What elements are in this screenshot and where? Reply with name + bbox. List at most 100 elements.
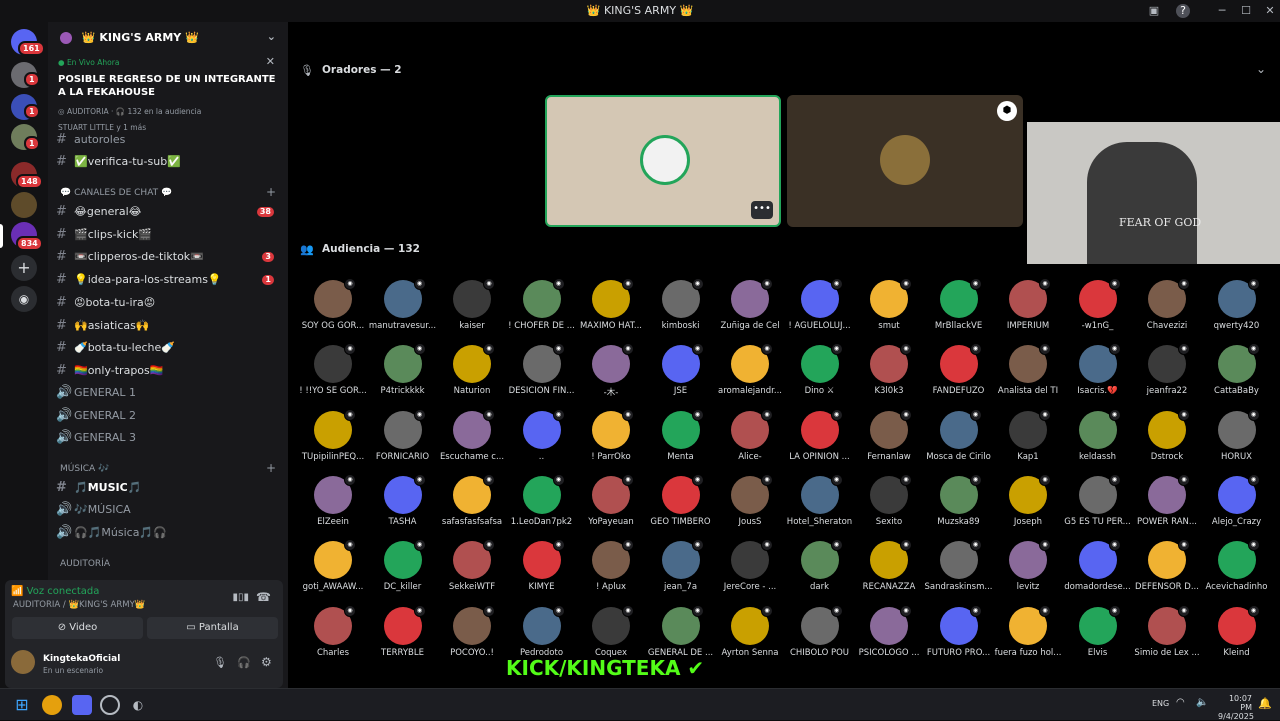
audience-member[interactable]: ◉ goti_AWAAW...: [298, 539, 368, 592]
audience-member[interactable]: ◉ KIMYE: [507, 539, 577, 592]
channel-item[interactable]: # 😡bota-tu-ira😡: [56, 293, 278, 313]
add-channel-icon[interactable]: +: [266, 185, 276, 199]
audience-member[interactable]: ◉ SOY OG GOR...: [298, 278, 368, 331]
audience-member[interactable]: ◉ Alice-: [715, 408, 785, 462]
audience-member[interactable]: ◉ RECANAZZA: [854, 539, 924, 592]
audience-member[interactable]: ◉ PSICOLOGO ...: [854, 604, 924, 658]
close-icon[interactable]: ✕: [266, 55, 275, 68]
maximize-button[interactable]: ☐: [1238, 3, 1254, 19]
language-indicator[interactable]: ENG: [1152, 699, 1169, 708]
audience-member[interactable]: ◉ P4trickkkk: [368, 343, 438, 396]
audience-member[interactable]: ◉ kimboski: [646, 278, 716, 331]
audience-member[interactable]: ◉ jean_7a: [646, 539, 716, 592]
audience-member[interactable]: ◉ Menta: [646, 408, 716, 462]
audience-member[interactable]: ◉ DC_killer: [368, 539, 438, 592]
notification-icon[interactable]: 🔔: [1258, 697, 1272, 710]
steam-icon[interactable]: ◐: [128, 695, 148, 715]
channel-item[interactable]: # 🙌asiaticas🙌: [56, 316, 278, 336]
audience-member[interactable]: ◉ qwerty420: [1202, 278, 1272, 331]
minimize-button[interactable]: ─: [1214, 3, 1230, 19]
audience-member[interactable]: ◉ ElZeein: [298, 473, 368, 527]
voice-channel-item[interactable]: 🔊 🎧🎵Música🎵🎧: [56, 523, 278, 543]
more-options-icon[interactable]: •••: [751, 201, 773, 219]
audience-member[interactable]: ◉ TUpipilinPEQ...: [298, 408, 368, 462]
channel-item[interactable]: # 📼clipperos-de-tiktok📼 3: [56, 247, 278, 267]
channel-item[interactable]: # autoroles: [56, 130, 278, 150]
audience-member[interactable]: ◉ Mosca de Cirilo: [924, 408, 994, 462]
app-icon[interactable]: [100, 695, 120, 715]
discover-icon[interactable]: ◉: [11, 286, 37, 312]
audience-member[interactable]: ◉ Isacris.💔: [1063, 343, 1133, 396]
audience-member[interactable]: ◉ JSE: [646, 343, 716, 396]
audience-member[interactable]: ◉ Elvis: [1063, 604, 1133, 658]
category-audit[interactable]: AUDITORÍA: [60, 559, 110, 569]
audience-member[interactable]: ◉ Alejo_Crazy: [1202, 473, 1272, 527]
audience-member[interactable]: ◉ -木-: [576, 343, 646, 398]
audience-member[interactable]: ◉ jeanfra22: [1132, 343, 1202, 396]
audience-member[interactable]: ◉ Coquex: [576, 604, 646, 658]
audience-member[interactable]: ◉ Charles: [298, 604, 368, 658]
audience-member[interactable]: ◉ Simio de Lex ...: [1132, 604, 1202, 658]
category-chat[interactable]: 💬 CANALES DE CHAT 💬: [60, 188, 172, 198]
speaker-tile[interactable]: ⬢: [787, 95, 1023, 227]
audience-member[interactable]: ◉ FANDEFUZO: [924, 343, 994, 396]
audience-member[interactable]: ◉ K3l0k3: [854, 343, 924, 396]
audience-member[interactable]: ◉ MAXIMO HAT...: [576, 278, 646, 331]
voice-location[interactable]: AUDITORIA / 👑KING'S ARMY👑: [13, 600, 145, 610]
channel-item[interactable]: # 🎬clips-kick🎬: [56, 225, 278, 245]
video-button[interactable]: ⊘ Video: [12, 617, 143, 639]
channel-item[interactable]: # ✅verifica-tu-sub✅: [56, 152, 278, 172]
speaker-tile[interactable]: •••: [545, 95, 781, 227]
audience-member[interactable]: ◉ 1.LeoDan7pk2: [507, 473, 577, 527]
audience-member[interactable]: ◉ aromalejandr...: [715, 343, 785, 396]
audience-member[interactable]: ◉ fuera fuzo hol...: [993, 604, 1063, 658]
avatar[interactable]: [11, 650, 35, 674]
headphones-icon[interactable]: 🎧: [237, 656, 251, 669]
audience-member[interactable]: ◉ ! Aplux: [576, 539, 646, 592]
audience-member[interactable]: ◉ levitz: [993, 539, 1063, 592]
audience-member[interactable]: ◉ Pedrodoto: [507, 604, 577, 658]
audience-member[interactable]: ◉ CattaBaBy: [1202, 343, 1272, 396]
audience-member[interactable]: ◉ smut: [854, 278, 924, 331]
clock[interactable]: 10:07 PM 9/4/2025: [1218, 694, 1254, 721]
channel-item[interactable]: # 😂general😂 38: [56, 202, 278, 222]
noise-suppression-icon[interactable]: ▮▯▮: [232, 592, 249, 603]
disconnect-icon[interactable]: ☎: [256, 590, 271, 604]
settings-gear-icon[interactable]: ⚙: [261, 655, 272, 669]
windows-start-icon[interactable]: ⊞: [12, 695, 32, 715]
audience-member[interactable]: ◉ CHIBOLO POU: [785, 604, 855, 658]
audience-member[interactable]: ◉ GENERAL DE ...: [646, 604, 716, 658]
audience-member[interactable]: ◉ G5 ES TU PER...: [1063, 473, 1133, 527]
add-server-icon[interactable]: +: [11, 255, 37, 281]
audience-member[interactable]: ◉ Fernanlaw: [854, 408, 924, 462]
voice-channel-item[interactable]: 🔊 🎶MÚSICA: [56, 500, 278, 520]
audience-member[interactable]: ◉ ! AGUELOLUJ...: [785, 278, 855, 331]
audience-member[interactable]: ◉ domadordese...: [1063, 539, 1133, 592]
audience-member[interactable]: ◉ -w1nG_: [1063, 278, 1133, 331]
audience-member[interactable]: ◉ manutravesur...: [368, 278, 438, 331]
screen-share-button[interactable]: ▭ Pantalla: [147, 617, 278, 639]
audience-member[interactable]: ◉ ! ParrOko: [576, 408, 646, 462]
close-button[interactable]: ✕: [1262, 3, 1278, 19]
audience-member[interactable]: ◉ DEFENSOR D...: [1132, 539, 1202, 592]
audience-member[interactable]: ◉ POCOYO..!: [437, 604, 507, 658]
audience-member[interactable]: ◉ Dstrock: [1132, 408, 1202, 462]
audience-member[interactable]: ◉ Sandraskinsm...: [924, 539, 994, 592]
chevron-down-icon[interactable]: ⌄: [267, 30, 276, 43]
audience-member[interactable]: ◉ TASHA: [368, 473, 438, 527]
inbox-icon[interactable]: ▣: [1146, 3, 1162, 19]
audience-member[interactable]: ◉ TERRYBLE: [368, 604, 438, 658]
category-music[interactable]: MÚSICA 🎶: [60, 464, 109, 474]
audience-member[interactable]: ◉ Hotel_Sheraton: [785, 473, 855, 527]
audience-member[interactable]: ◉ FORNICARIO: [368, 408, 438, 462]
chrome-icon[interactable]: [42, 695, 62, 715]
audience-member[interactable]: ◉ SekkeiWTF: [437, 539, 507, 592]
audience-member[interactable]: ◉ ! !!YO SE GOR...: [298, 343, 368, 396]
audience-member[interactable]: ◉ Acevichadinho: [1202, 539, 1272, 592]
audience-member[interactable]: ◉ dark: [785, 539, 855, 592]
help-icon[interactable]: ?: [1176, 4, 1190, 18]
audience-member[interactable]: ◉ FUTURO PRO...: [924, 604, 994, 658]
chevron-down-icon[interactable]: ⌄: [1256, 62, 1266, 76]
audience-member[interactable]: ◉ LA OPINION ...: [785, 408, 855, 462]
audience-member[interactable]: ◉ Dino ⚔: [785, 343, 855, 396]
